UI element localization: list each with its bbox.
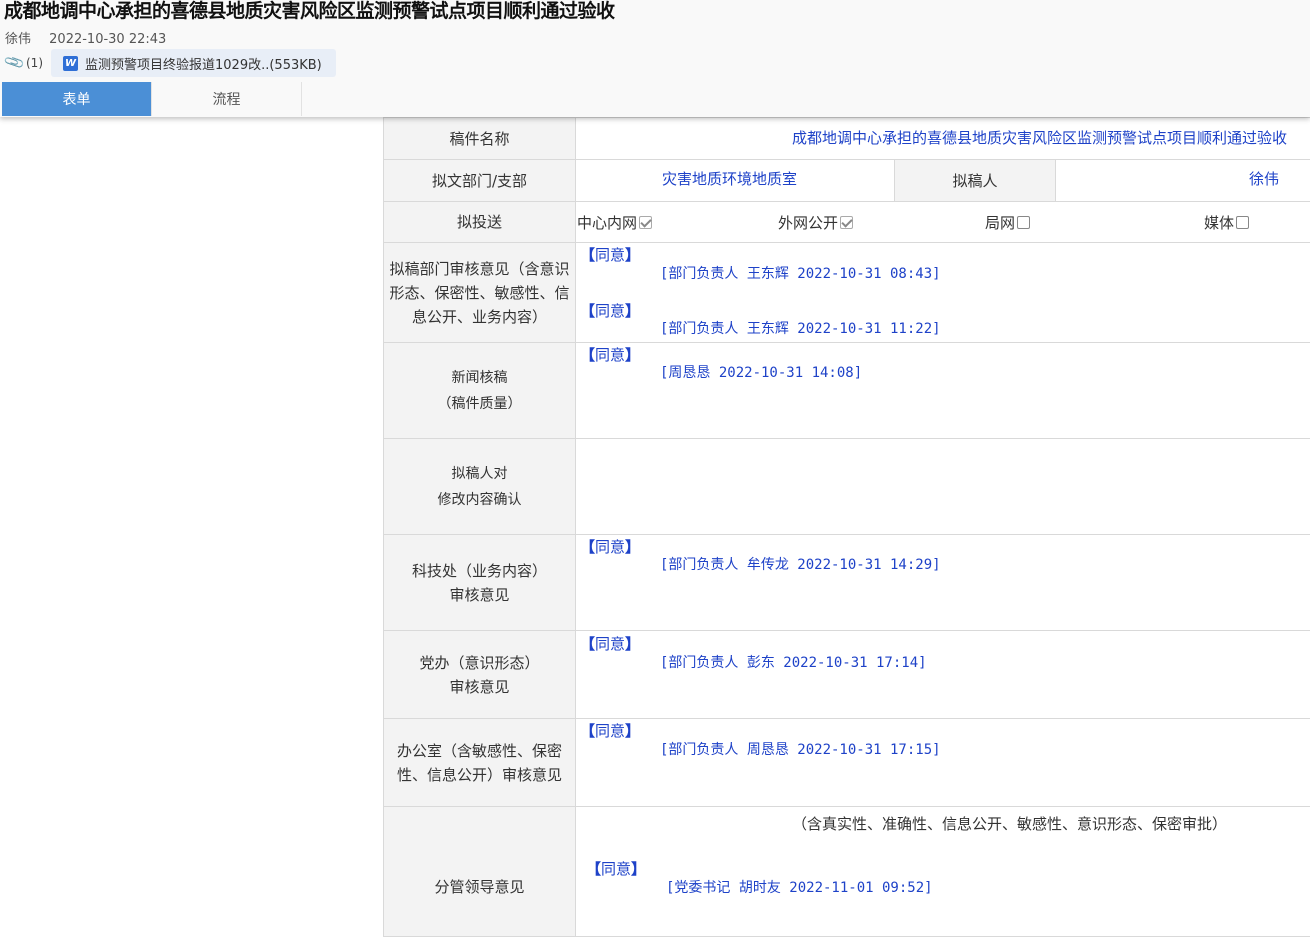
dept-review-opinion-1: 【同意】 xyxy=(580,244,640,265)
title-value: 成都地调中心承担的喜德县地质灾害风险区监测预警试点项目顺利通过验收 xyxy=(576,118,1310,148)
attachment-file[interactable]: W 监测预警项目终验报道1029改..(553KB) xyxy=(51,49,336,77)
leader-review-opinion: 【同意】 xyxy=(586,858,646,879)
send-option-label: 局网 xyxy=(985,212,1015,233)
drafter-value-cell: 徐伟 xyxy=(1056,160,1310,202)
tech-review-label-line1: 科技处（业务内容） xyxy=(388,559,571,583)
word-icon: W xyxy=(63,56,78,71)
party-review-cell: 【同意】 [部门负责人 彭东 2022-10-31 17:14] xyxy=(576,631,1310,719)
tech-review-label: 科技处（业务内容） 审核意见 xyxy=(384,535,576,631)
drafter-confirm-label-line2: 修改内容确认 xyxy=(388,487,571,513)
title-label: 稿件名称 xyxy=(384,118,576,160)
drafter-value: 徐伟 xyxy=(1056,160,1310,189)
send-option-label: 外网公开 xyxy=(778,212,838,233)
office-review-cell: 【同意】 [部门负责人 周恳恳 2022-10-31 17:15] xyxy=(576,719,1310,807)
attachment-count: (1) xyxy=(26,56,43,70)
drafter-confirm-cell xyxy=(576,439,1310,535)
attachment-row: 📎 (1) W 监测预警项目终验报道1029改..(553KB) xyxy=(6,50,336,76)
created-datetime: 2022-10-30 22:43 xyxy=(49,32,166,47)
document-title: 成都地调中心承担的喜德县地质灾害风险区监测预警试点项目顺利通过验收 xyxy=(4,0,615,23)
approval-form: 稿件名称 成都地调中心承担的喜德县地质灾害风险区监测预警试点项目顺利通过验收 拟… xyxy=(383,117,1310,937)
document-meta: 徐伟 2022-10-30 22:43 xyxy=(5,28,166,47)
view-tabs: 表单 流程 xyxy=(2,82,302,116)
dept-value: 灾害地质环境地质室 xyxy=(576,160,894,189)
dept-label: 拟文部门/支部 xyxy=(384,160,576,202)
leader-review-note: （含真实性、准确性、信息公开、敏感性、意识形态、保密审批） xyxy=(792,813,1227,834)
send-option-label: 中心内网 xyxy=(577,212,637,233)
leader-review-label: 分管领导意见 xyxy=(384,807,576,937)
news-review-sign: [周恳恳 2022-10-31 14:08] xyxy=(660,362,862,382)
party-review-label-line1: 党办（意识形态） xyxy=(388,651,571,675)
leader-review-cell: （含真实性、准确性、信息公开、敏感性、意识形态、保密审批） 【同意】 [党委书记… xyxy=(576,807,1310,937)
drafter-label: 拟稿人 xyxy=(895,160,1056,202)
news-review-cell: 【同意】 [周恳恳 2022-10-31 14:08] xyxy=(576,343,1310,439)
document-header: 成都地调中心承担的喜德县地质灾害风险区监测预警试点项目顺利通过验收 徐伟 202… xyxy=(0,0,1310,117)
send-option-internet[interactable]: 外网公开 xyxy=(778,212,853,233)
news-review-label-line1: 新闻核稿 xyxy=(388,365,571,391)
checkbox-icon[interactable] xyxy=(1017,216,1030,229)
tech-review-cell: 【同意】 [部门负责人 牟传龙 2022-10-31 14:29] xyxy=(576,535,1310,631)
dept-review-opinion-2: 【同意】 xyxy=(580,300,640,321)
send-options: 中心内网 外网公开 局网 媒体 xyxy=(576,202,1310,242)
send-label: 拟投送 xyxy=(384,202,576,243)
send-option-label: 媒体 xyxy=(1204,212,1234,233)
send-option-bureau[interactable]: 局网 xyxy=(985,212,1030,233)
checkbox-icon[interactable] xyxy=(1236,216,1249,229)
dept-value-cell: 灾害地质环境地质室 xyxy=(576,160,895,202)
send-options-cell: 中心内网 外网公开 局网 媒体 xyxy=(576,202,1310,243)
tech-review-opinion: 【同意】 xyxy=(580,536,640,557)
checkbox-checked-icon[interactable] xyxy=(840,216,853,229)
drafter-confirm-label-line1: 拟稿人对 xyxy=(388,461,571,487)
author-name: 徐伟 xyxy=(5,32,31,47)
office-review-sign: [部门负责人 周恳恳 2022-10-31 17:15] xyxy=(660,739,941,759)
news-review-opinion: 【同意】 xyxy=(580,344,640,365)
party-review-label-line2: 审核意见 xyxy=(388,675,571,699)
dept-review-sign-2: [部门负责人 王东辉 2022-10-31 11:22] xyxy=(660,318,941,338)
tab-workflow[interactable]: 流程 xyxy=(152,82,302,116)
office-review-opinion: 【同意】 xyxy=(580,720,640,741)
send-option-intranet[interactable]: 中心内网 xyxy=(577,212,652,233)
party-review-sign: [部门负责人 彭东 2022-10-31 17:14] xyxy=(660,652,927,672)
drafter-confirm-label: 拟稿人对 修改内容确认 xyxy=(384,439,576,535)
leader-review-sign: [党委书记 胡时友 2022-11-01 09:52] xyxy=(666,877,933,897)
party-review-label: 党办（意识形态） 审核意见 xyxy=(384,631,576,719)
news-review-label-line2: （稿件质量） xyxy=(388,391,571,417)
party-review-opinion: 【同意】 xyxy=(580,633,640,654)
dept-review-sign-1: [部门负责人 王东辉 2022-10-31 08:43] xyxy=(660,263,941,283)
news-review-label: 新闻核稿 （稿件质量） xyxy=(384,343,576,439)
send-option-media[interactable]: 媒体 xyxy=(1204,212,1249,233)
tech-review-sign: [部门负责人 牟传龙 2022-10-31 14:29] xyxy=(660,554,941,574)
dept-review-cell: 【同意】 [部门负责人 王东辉 2022-10-31 08:43] 【同意】 [… xyxy=(576,243,1310,343)
tech-review-label-line2: 审核意见 xyxy=(388,583,571,607)
title-value-cell: 成都地调中心承担的喜德县地质灾害风险区监测预警试点项目顺利通过验收 xyxy=(576,118,1310,160)
dept-review-label: 拟稿部门审核意见（含意识形态、保密性、敏感性、信息公开、业务内容） xyxy=(384,243,576,343)
office-review-label: 办公室（含敏感性、保密性、信息公开）审核意见 xyxy=(384,719,576,807)
paperclip-icon: 📎 xyxy=(3,52,25,74)
checkbox-checked-icon[interactable] xyxy=(639,216,652,229)
tab-form[interactable]: 表单 xyxy=(2,82,152,116)
attachment-name: 监测预警项目终验报道1029改..(553KB) xyxy=(85,54,322,73)
